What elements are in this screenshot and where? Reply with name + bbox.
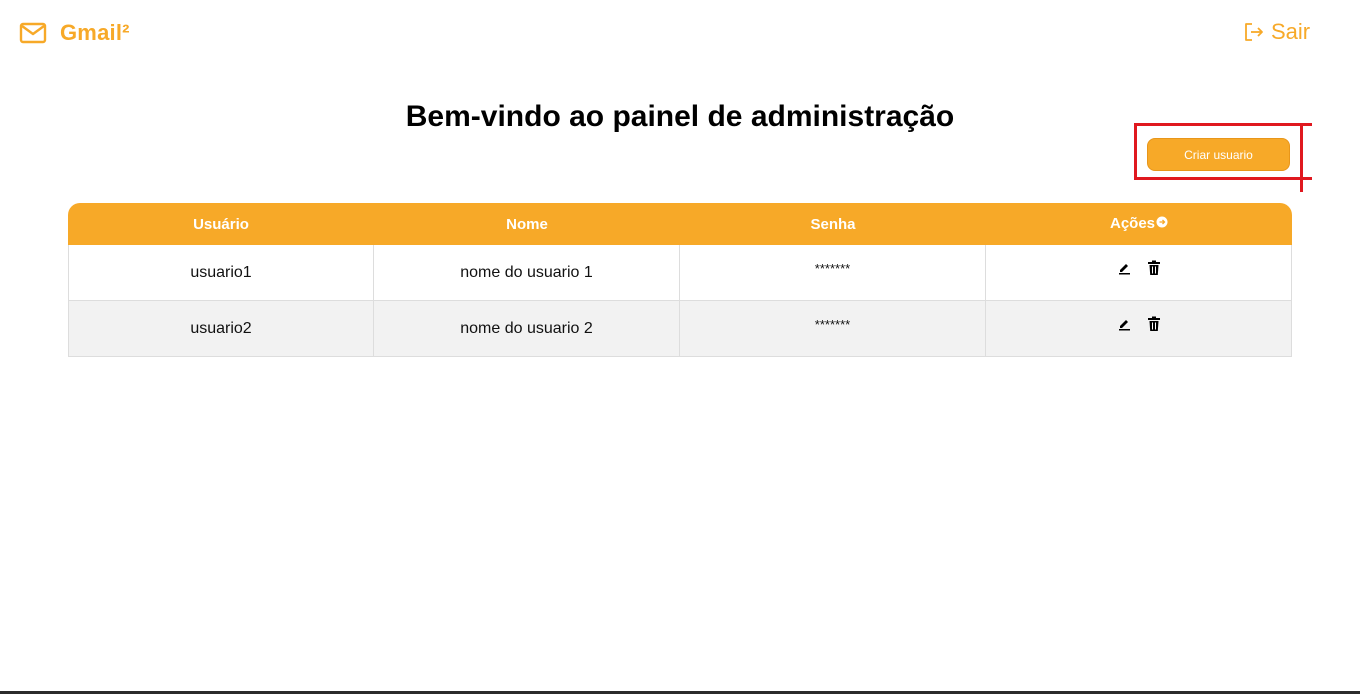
table-header-row: Usuário Nome Senha Ações [68,203,1292,245]
highlight-annotation-bottom [1134,177,1312,180]
cell-usuario: usuario2 [68,301,374,357]
cell-senha: ******* [680,301,986,357]
cell-acoes [986,245,1292,301]
cell-senha: ******* [680,245,986,301]
column-header-acoes: Ações [986,203,1292,245]
create-user-button[interactable]: Criar usuario [1147,138,1290,171]
column-header-usuario: Usuário [68,203,374,245]
password-mask: ******* [814,316,851,332]
password-mask: ******* [814,260,851,276]
mail-icon [19,21,47,45]
edit-icon[interactable] [1117,317,1131,331]
edit-icon[interactable] [1117,261,1131,275]
row-actions [1117,260,1161,276]
table-row: usuario2 nome do usuario 2 ******* [68,301,1292,357]
trash-icon[interactable] [1147,260,1161,276]
column-header-acoes-label: Ações [1109,215,1156,233]
trash-icon[interactable] [1147,316,1161,332]
cell-nome: nome do usuario 1 [374,245,680,301]
cell-nome: nome do usuario 2 [374,301,680,357]
cell-usuario: usuario1 [68,245,374,301]
brand-name: Gmail² [60,20,130,45]
column-header-senha: Senha [680,203,986,245]
table-row: usuario1 nome do usuario 1 ******* [68,245,1292,301]
users-table: Usuário Nome Senha Ações usuario1 nome d… [68,203,1292,357]
logout-label: Sair [1271,19,1311,44]
logout-icon [1243,21,1265,43]
page-title: Bem-vindo ao painel de administração [405,100,955,133]
logout-button[interactable]: Sair [1243,19,1310,45]
brand[interactable]: Gmail² [19,20,130,46]
admin-page: Gmail² Sair Bem-vindo ao painel de admin… [0,0,1360,694]
info-circle-icon [1156,215,1168,232]
column-header-nome: Nome [374,203,680,245]
row-actions [1117,316,1161,332]
cell-acoes [986,301,1292,357]
